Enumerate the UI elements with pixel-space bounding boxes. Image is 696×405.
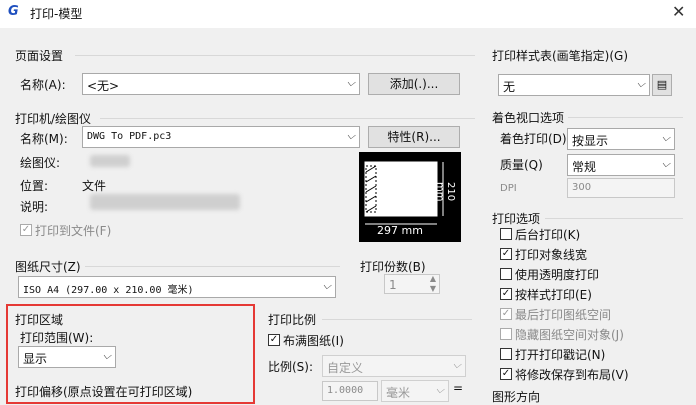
chevron-down-icon: ⌵ bbox=[322, 279, 331, 292]
scale-value: 自定义 bbox=[327, 361, 364, 375]
plot-option-checkbox[interactable]: ✓ bbox=[500, 368, 512, 380]
page-setup-group-label: 页面设置 bbox=[15, 49, 64, 63]
plot-range-label: 打印范围(W): bbox=[20, 331, 94, 345]
edit-style-icon[interactable]: ▤ bbox=[652, 74, 672, 96]
divider bbox=[85, 266, 340, 267]
close-icon[interactable]: ✕ bbox=[672, 2, 685, 21]
shaded-viewport-group-label: 着色视口选项 bbox=[492, 111, 565, 125]
plotter-name-label: 名称(M): bbox=[20, 132, 68, 146]
plot-options-list: 后台打印(K) ✓ 打印对象线宽 使用透明度打印 ✓ 按样式打印(E) ✓ 最后打印图纸空间隐… bbox=[498, 226, 688, 386]
print-to-file-label: 打印到文件(F) bbox=[35, 224, 112, 238]
plot-option-label: 最后打印图纸空间 bbox=[515, 308, 612, 322]
plot-option-label: 打开打印戳记(N) bbox=[515, 348, 606, 362]
fit-paper-checkbox[interactable]: ✓ bbox=[268, 334, 280, 346]
properties-button[interactable]: 特性(R)... bbox=[368, 126, 460, 148]
chevron-down-icon: ⌵ bbox=[346, 129, 355, 142]
dpi-label: DPI bbox=[500, 183, 517, 194]
page-setup-name-value: <无> bbox=[87, 79, 120, 93]
scale-select[interactable]: 自定义 ⌵ bbox=[322, 355, 466, 377]
plot-option-label: 按样式打印(E) bbox=[515, 288, 592, 302]
plot-option-label: 隐藏图纸空间对象(J) bbox=[515, 328, 624, 342]
plotter-name-select[interactable]: DWG To PDF.pc3 ⌵ bbox=[82, 126, 360, 148]
equals-sign: = bbox=[453, 381, 464, 395]
spin-up-icon[interactable]: ▲ bbox=[430, 274, 436, 283]
paper-size-select[interactable]: ISO A4 (297.00 x 210.00 毫米) ⌵ bbox=[18, 276, 336, 298]
redacted-value bbox=[90, 155, 130, 167]
plot-option-checkbox[interactable]: ✓ bbox=[500, 288, 512, 300]
scale-number-value: 1.0000 bbox=[327, 385, 364, 396]
plot-option-checkbox[interactable] bbox=[500, 268, 512, 280]
window-title: 打印-模型 bbox=[30, 7, 83, 21]
shade-plot-value: 按显示 bbox=[572, 134, 609, 148]
page-setup-name-select[interactable]: <无> ⌵ bbox=[82, 73, 360, 95]
unit-value: 毫米 bbox=[386, 386, 411, 400]
divider bbox=[568, 117, 683, 118]
plot-option-label: 使用透明度打印 bbox=[515, 268, 600, 282]
scale-number-input[interactable]: 1.0000 bbox=[322, 381, 378, 401]
shade-plot-select[interactable]: 按显示 ⌵ bbox=[567, 128, 675, 150]
title-bar: G 打印-模型 ✕ bbox=[0, 0, 696, 28]
scale-label: 比例(S): bbox=[268, 360, 314, 374]
copies-label: 打印份数(B) bbox=[360, 260, 426, 274]
quality-value: 常规 bbox=[572, 160, 597, 174]
add-button[interactable]: 添加(.)... bbox=[368, 73, 460, 95]
plot-option-label: 打印对象线宽 bbox=[515, 248, 588, 262]
chevron-down-icon: ⌵ bbox=[346, 76, 355, 89]
spin-down-icon[interactable]: ▼ bbox=[430, 284, 436, 293]
plot-scale-group-label: 打印比例 bbox=[268, 313, 317, 327]
quality-label: 质量(Q) bbox=[500, 158, 543, 172]
plotter-group-label: 打印机/绘图仪 bbox=[15, 112, 92, 126]
style-table-group-label: 打印样式表(画笔指定)(G) bbox=[492, 49, 629, 63]
plot-option-checkbox[interactable]: ✓ bbox=[500, 308, 512, 320]
plot-option-checkbox[interactable] bbox=[500, 228, 512, 240]
dpi-input[interactable]: 300 bbox=[567, 178, 675, 198]
description-label: 说明: bbox=[20, 200, 49, 214]
orientation-group-label: 图形方向 bbox=[492, 390, 541, 404]
dpi-value: 300 bbox=[572, 182, 592, 193]
chevron-down-icon: ⌵ bbox=[661, 157, 670, 170]
plot-option-label: 后台打印(K) bbox=[515, 228, 581, 242]
copies-spinner[interactable]: 1 ▲ ▼ bbox=[384, 274, 440, 294]
plot-area-group-label: 打印区域 bbox=[15, 313, 64, 327]
divider bbox=[322, 319, 472, 320]
paper-size-group-label: 图纸尺寸(Z) bbox=[15, 260, 81, 274]
quality-select[interactable]: 常规 ⌵ bbox=[567, 154, 675, 176]
chevron-down-icon: ⌵ bbox=[452, 358, 461, 371]
style-table-value: 无 bbox=[503, 80, 516, 94]
page-setup-name-label: 名称(A): bbox=[20, 78, 66, 92]
redacted-value bbox=[90, 194, 240, 210]
plot-options-group-label: 打印选项 bbox=[492, 212, 541, 226]
plot-option-checkbox[interactable] bbox=[500, 328, 512, 340]
divider bbox=[100, 118, 475, 119]
plot-range-select[interactable]: 显示 ⌵ bbox=[18, 346, 116, 368]
shade-plot-label: 着色打印(D) bbox=[500, 132, 567, 146]
plot-option-checkbox[interactable]: ✓ bbox=[500, 248, 512, 260]
app-g-icon: G bbox=[8, 4, 19, 19]
plot-range-value: 显示 bbox=[23, 352, 48, 366]
divider bbox=[75, 55, 475, 56]
plot-option-checkbox[interactable] bbox=[500, 348, 512, 360]
plot-option-label: 将修改保存到布局(V) bbox=[515, 368, 629, 382]
chevron-down-icon: ⌵ bbox=[102, 349, 111, 362]
style-table-select[interactable]: 无 ⌵ bbox=[498, 74, 650, 96]
preview-width-label: 297 mm bbox=[377, 224, 423, 237]
preview-height-label: 210 mm bbox=[434, 182, 456, 202]
copies-value: 1 bbox=[389, 278, 397, 292]
location-value: 文件 bbox=[82, 179, 107, 193]
unit-select[interactable]: 毫米 ⌵ bbox=[381, 380, 449, 402]
chevron-down-icon: ⌵ bbox=[661, 131, 670, 144]
divider bbox=[545, 218, 683, 219]
paper-size-value: ISO A4 (297.00 x 210.00 毫米) bbox=[23, 285, 194, 296]
print-to-file-checkbox[interactable]: ✓ bbox=[20, 224, 32, 236]
fit-paper-label: 布满图纸(I) bbox=[283, 334, 344, 348]
paper-preview: 297 mm 210 mm bbox=[359, 152, 461, 242]
location-label: 位置: bbox=[20, 179, 49, 193]
chevron-down-icon: ⌵ bbox=[636, 77, 645, 90]
plotter-name-value: DWG To PDF.pc3 bbox=[87, 131, 172, 142]
plotter-device-label: 绘图仪: bbox=[20, 156, 61, 170]
chevron-down-icon: ⌵ bbox=[435, 383, 444, 396]
plot-offset-group-label: 打印偏移(原点设置在可打印区域) bbox=[15, 385, 193, 399]
